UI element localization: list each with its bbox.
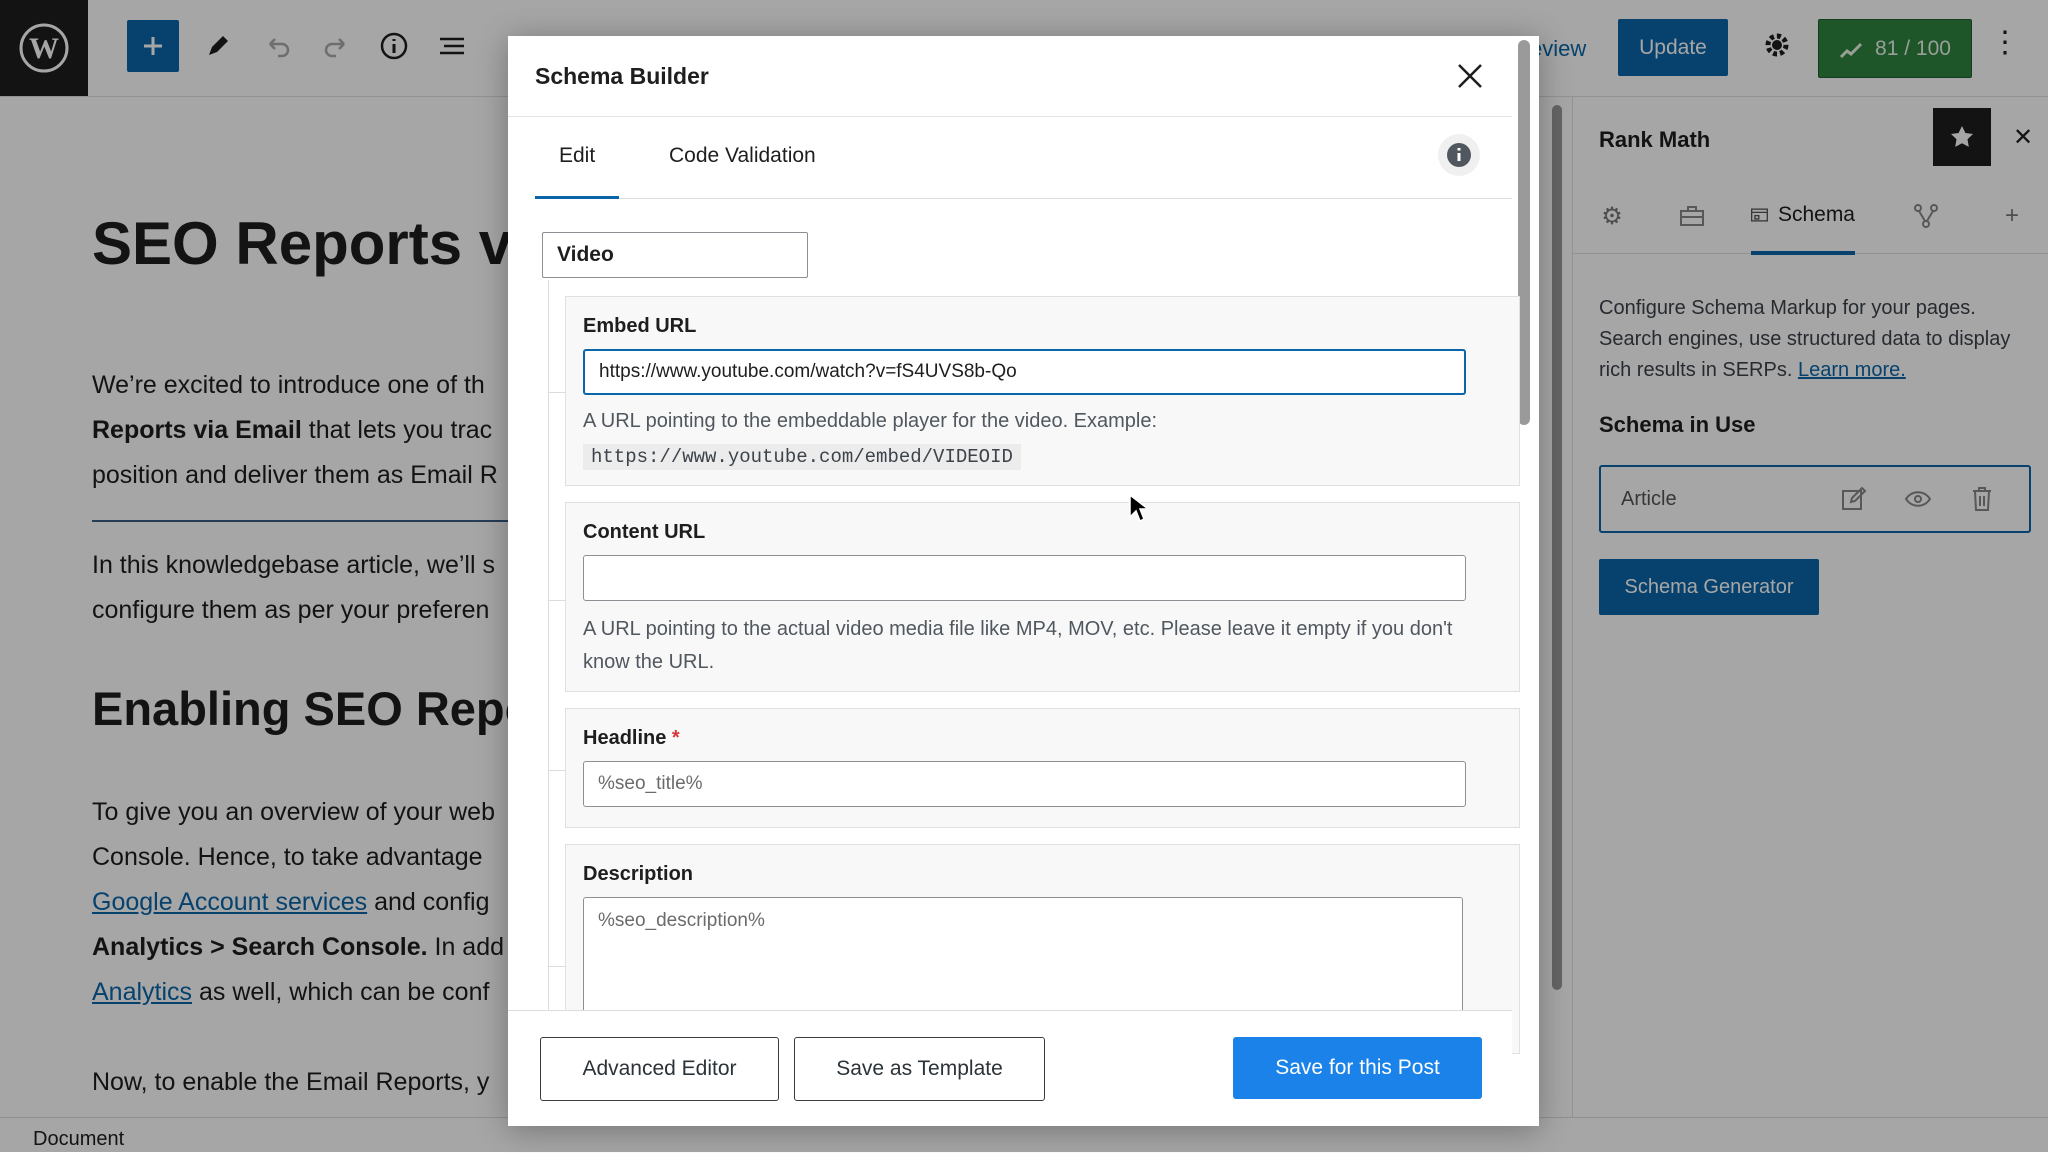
description-label: Description: [583, 863, 694, 885]
tab-code-validation[interactable]: Code Validation: [645, 116, 840, 196]
close-modal-button[interactable]: [1450, 56, 1490, 96]
modal-header: Schema Builder: [508, 36, 1512, 117]
save-for-this-post-button[interactable]: Save for this Post: [1233, 1037, 1482, 1099]
headline-group: Headline * %seo_title%: [565, 708, 1520, 828]
schema-builder-modal: Schema Builder Edit Code Validation Vide…: [508, 36, 1539, 1126]
modal-footer: Advanced Editor Save as Template Save fo…: [508, 1010, 1512, 1126]
content-url-help: A URL pointing to the actual video media…: [583, 618, 1453, 673]
schema-type-select[interactable]: Video: [542, 232, 808, 278]
description-textarea[interactable]: %seo_description%: [583, 897, 1463, 1027]
info-icon: [1447, 143, 1471, 167]
close-icon: [1458, 64, 1482, 88]
modal-title: Schema Builder: [535, 63, 709, 89]
content-url-group: Content URL A URL pointing to the actual…: [565, 502, 1520, 692]
save-as-template-button[interactable]: Save as Template: [794, 1037, 1045, 1101]
tree-connector: [548, 280, 549, 1040]
embed-url-input[interactable]: https://www.youtube.com/watch?v=fS4UVS8b…: [583, 349, 1466, 395]
tab-edit[interactable]: Edit: [535, 116, 620, 199]
required-marker: *: [671, 727, 680, 749]
embed-url-example: https://www.youtube.com/embed/VIDEOID: [583, 444, 1021, 470]
embed-url-help: A URL pointing to the embeddable player …: [583, 405, 1483, 474]
headline-label-text: Headline: [583, 727, 667, 749]
info-button[interactable]: [1438, 134, 1480, 176]
embed-url-help-text: A URL pointing to the embeddable player …: [583, 410, 1158, 432]
content-url-input[interactable]: [583, 555, 1466, 601]
modal-tabs: Edit Code Validation: [535, 116, 1512, 199]
advanced-editor-button[interactable]: Advanced Editor: [540, 1037, 779, 1101]
mouse-cursor-icon: [1129, 493, 1148, 523]
embed-url-label: Embed URL: [583, 315, 697, 337]
headline-input[interactable]: %seo_title%: [583, 761, 1466, 807]
embed-url-group: Embed URL https://www.youtube.com/watch?…: [565, 296, 1520, 486]
content-url-label: Content URL: [583, 521, 706, 543]
headline-label: Headline *: [583, 727, 680, 750]
